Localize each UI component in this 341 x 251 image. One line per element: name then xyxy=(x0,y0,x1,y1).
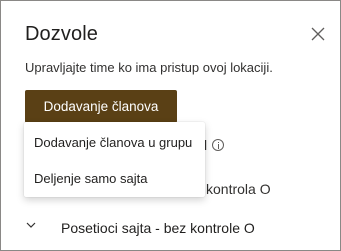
menu-item-add-to-group[interactable]: Dodavanje članova u grupu xyxy=(24,124,205,160)
panel-title: Dozvole xyxy=(25,23,98,45)
permissions-panel: Dozvole Upravljajte time ko ima pristup … xyxy=(0,0,341,251)
add-members-button[interactable]: Dodavanje članova xyxy=(25,90,177,123)
chevron-down-icon[interactable] xyxy=(25,219,37,231)
menu-item-share-site-only[interactable]: Deljenje samo sajta xyxy=(24,160,205,196)
info-icon[interactable] xyxy=(212,139,224,151)
group-row-partial-label-2: kontrola O xyxy=(206,181,271,197)
add-members-dropdown: Dodavanje članova u grupu Deljenje samo … xyxy=(24,122,205,197)
close-icon xyxy=(311,27,325,41)
close-button[interactable] xyxy=(307,23,329,45)
panel-description: Upravljajte time ko ima pristup ovoj lok… xyxy=(25,60,273,75)
site-visitors-group-label[interactable]: Posetioci sajta - bez kontrole O xyxy=(61,220,255,236)
